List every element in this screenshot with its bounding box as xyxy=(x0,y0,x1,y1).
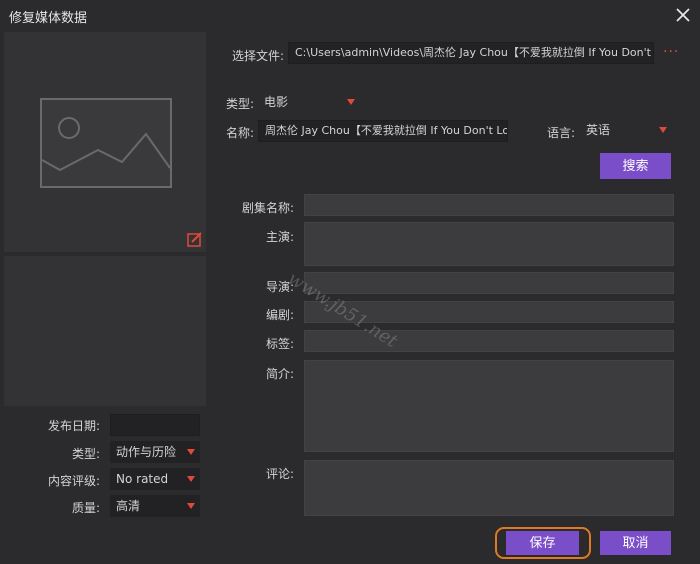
file-label: 选择文件: xyxy=(232,49,285,63)
cast-input[interactable] xyxy=(304,222,674,266)
close-icon[interactable] xyxy=(672,4,694,26)
cast-label: 主演: xyxy=(265,230,294,244)
content-rating-value: No rated xyxy=(116,472,169,486)
content-rating-select[interactable]: No rated xyxy=(110,468,200,490)
save-button[interactable]: 保存 xyxy=(506,531,579,555)
image-placeholder-icon xyxy=(40,98,172,188)
genre-label: 类型: xyxy=(71,447,100,461)
edit-icon[interactable] xyxy=(187,232,203,248)
chevron-down-icon xyxy=(187,449,195,455)
search-button[interactable]: 搜索 xyxy=(600,153,671,179)
name-input[interactable]: 周杰伦 Jay Chou【不爱我就拉倒 If You Don't Love Me xyxy=(258,120,508,142)
series-input[interactable] xyxy=(304,194,674,216)
writer-label: 编剧: xyxy=(265,308,294,322)
release-date-input[interactable] xyxy=(110,414,200,436)
name-label: 名称: xyxy=(226,126,255,140)
cancel-button[interactable]: 取消 xyxy=(600,531,671,555)
genre-value: 动作与历险 xyxy=(116,445,177,459)
chevron-down-icon xyxy=(659,127,667,133)
chevron-down-icon xyxy=(187,503,195,509)
language-select[interactable]: 英语 xyxy=(580,119,672,141)
quality-value: 高清 xyxy=(116,499,141,513)
quality-select[interactable]: 高清 xyxy=(110,495,200,517)
tags-label: 标签: xyxy=(265,337,294,351)
content-rating-label: 内容评级: xyxy=(47,474,100,488)
thumbnail-panel xyxy=(4,256,206,406)
language-value: 英语 xyxy=(586,123,611,137)
more-icon[interactable]: ··· xyxy=(663,44,679,60)
synopsis-input[interactable] xyxy=(304,360,674,452)
director-label: 导演: xyxy=(265,280,294,294)
window-title: 修复媒体数据 xyxy=(9,11,88,26)
title-bar: 修复媒体数据 xyxy=(0,0,700,30)
series-label: 剧集名称: xyxy=(241,201,294,215)
release-date-label: 发布日期: xyxy=(47,419,100,433)
file-path-input[interactable]: C:\Users\admin\Videos\周杰伦 Jay Chou【不爱我就拉… xyxy=(288,42,654,64)
chevron-down-icon xyxy=(347,99,355,105)
language-label: 语言: xyxy=(547,126,576,140)
quality-label: 质量: xyxy=(71,501,100,515)
synopsis-label: 简介: xyxy=(265,367,294,381)
director-input[interactable] xyxy=(304,272,674,294)
type-value: 电影 xyxy=(264,95,289,109)
type-select[interactable]: 电影 xyxy=(258,91,360,113)
comment-input[interactable] xyxy=(304,460,674,516)
type-label: 类型: xyxy=(226,97,255,111)
comment-label: 评论: xyxy=(265,467,294,481)
chevron-down-icon xyxy=(187,476,195,482)
poster-panel xyxy=(4,32,206,252)
genre-select[interactable]: 动作与历险 xyxy=(110,441,200,463)
